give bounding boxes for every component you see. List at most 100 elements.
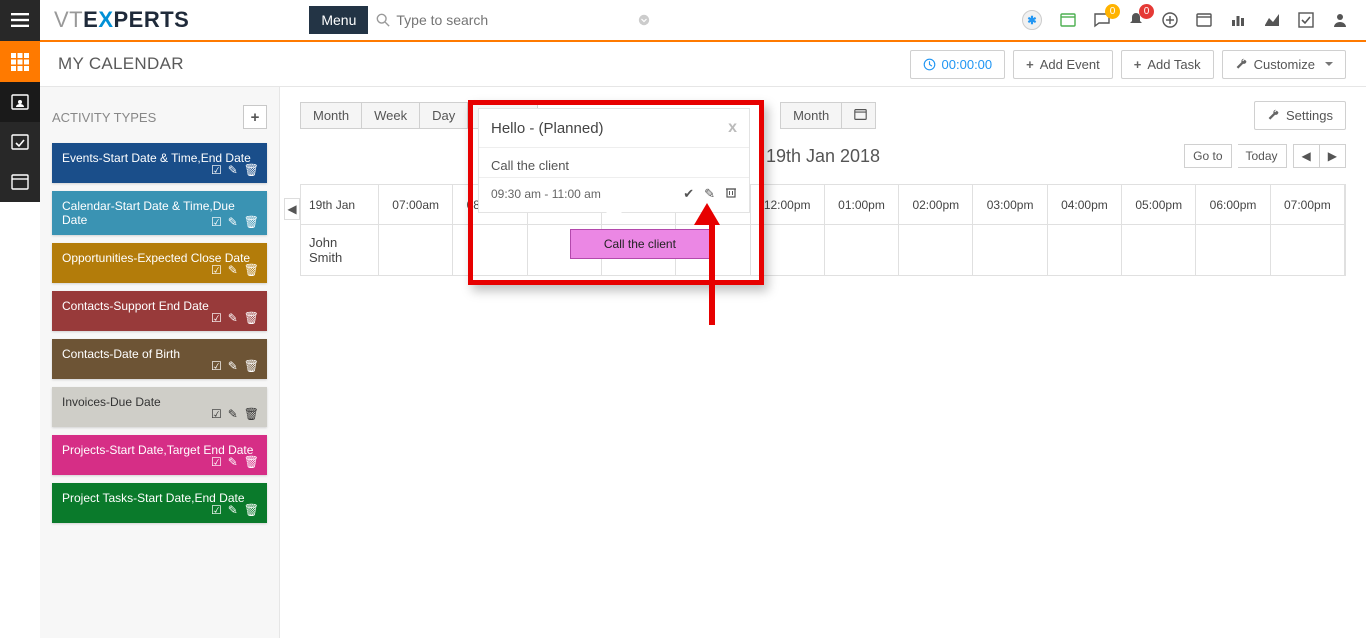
type-edit-icon[interactable]: ✎: [228, 455, 238, 469]
activity-type-card[interactable]: Contacts-Date of Birth☑✎🗑: [52, 339, 267, 379]
cal-cell[interactable]: [899, 225, 973, 275]
type-delete-icon[interactable]: 🗑: [244, 311, 259, 325]
add-task-label: Add Task: [1147, 57, 1200, 72]
add-task-button[interactable]: + Add Task: [1121, 50, 1214, 79]
cal-cell[interactable]: [453, 225, 527, 275]
view-week[interactable]: Week: [362, 102, 420, 129]
cal-cell[interactable]: [1196, 225, 1270, 275]
type-edit-icon[interactable]: ✎: [228, 503, 238, 517]
customize-button[interactable]: Customize: [1222, 50, 1346, 79]
type-check-icon[interactable]: ☑: [211, 455, 222, 469]
user-icon[interactable]: [1332, 12, 1348, 28]
type-edit-icon[interactable]: ✎: [228, 407, 238, 421]
cal-cell[interactable]: [1048, 225, 1122, 275]
logo: VTEXPERTS: [54, 7, 189, 33]
hamburger-icon: [11, 13, 29, 27]
plus-circle-icon[interactable]: [1162, 12, 1178, 28]
popup-delete-icon[interactable]: [725, 186, 737, 202]
type-delete-icon[interactable]: 🗑: [244, 359, 259, 373]
bell-badge: 0: [1139, 4, 1154, 19]
popup-complete-icon[interactable]: ✔: [683, 186, 694, 202]
search-dropdown-icon[interactable]: [638, 14, 650, 26]
today-button[interactable]: Today: [1238, 144, 1287, 168]
type-check-icon[interactable]: ☑: [211, 215, 222, 229]
wrench-icon: [1235, 58, 1248, 71]
cal-cell[interactable]: [1122, 225, 1196, 275]
next-day[interactable]: ▶: [1320, 144, 1346, 168]
cal-hour-header: 07:00am: [379, 185, 453, 225]
activity-type-card[interactable]: Invoices-Due Date☑✎🗑: [52, 387, 267, 427]
rail-calendar-blank[interactable]: [0, 162, 40, 202]
rail-event-person[interactable]: [0, 82, 40, 122]
logo-x: X: [98, 7, 113, 32]
rail-calendar-grid[interactable]: [0, 42, 40, 82]
cal-hour-header: 12:00pm: [751, 185, 825, 225]
activity-type-card[interactable]: Calendar-Start Date & Time,Due Date☑✎🗑: [52, 191, 267, 235]
add-event-label: Add Event: [1040, 57, 1100, 72]
calendar-picker-button[interactable]: [842, 102, 876, 129]
prev-day[interactable]: ◀: [1293, 144, 1320, 168]
cal-cell[interactable]: Call the client: [602, 225, 676, 275]
activity-type-card[interactable]: Project Tasks-Start Date,End Date☑✎🗑: [52, 483, 267, 523]
type-delete-icon[interactable]: 🗑: [244, 163, 259, 177]
hamburger-menu[interactable]: [0, 0, 40, 41]
menu-button[interactable]: Menu: [309, 6, 368, 34]
activity-type-card[interactable]: Events-Start Date & Time,End Date☑✎🗑: [52, 143, 267, 183]
type-edit-icon[interactable]: ✎: [228, 311, 238, 325]
activity-type-card[interactable]: Projects-Start Date,Target End Date☑✎🗑: [52, 435, 267, 475]
bell-icon[interactable]: 0: [1128, 12, 1144, 28]
logo-perts: PERTS: [114, 7, 190, 32]
type-delete-icon[interactable]: 🗑: [244, 215, 259, 229]
cal-cell[interactable]: [1271, 225, 1345, 275]
type-edit-icon[interactable]: ✎: [228, 215, 238, 229]
scroll-left[interactable]: ◀: [284, 198, 300, 220]
type-edit-icon[interactable]: ✎: [228, 163, 238, 177]
type-delete-icon[interactable]: 🗑: [244, 503, 259, 517]
type-delete-icon[interactable]: 🗑: [244, 263, 259, 277]
type-delete-icon[interactable]: 🗑: [244, 407, 259, 421]
cal-date-header: 19th Jan: [301, 185, 379, 225]
type-check-icon[interactable]: ☑: [211, 263, 222, 277]
cal-cell[interactable]: [676, 225, 750, 275]
activity-type-card[interactable]: Opportunities-Expected Close Date☑✎🗑: [52, 243, 267, 283]
popup-close[interactable]: x: [728, 119, 737, 137]
type-check-icon[interactable]: ☑: [211, 407, 222, 421]
bar-chart-icon[interactable]: [1230, 12, 1246, 28]
checkbox-icon[interactable]: [1298, 12, 1314, 28]
cal-hour-header: 07:00pm: [1271, 185, 1345, 225]
settings-button[interactable]: Settings: [1254, 101, 1346, 130]
activity-type-card[interactable]: Contacts-Support End Date☑✎🗑: [52, 291, 267, 331]
cal-cell[interactable]: [379, 225, 453, 275]
goto-button[interactable]: Go to: [1184, 144, 1231, 168]
cal-row-person: John Smith: [301, 225, 379, 275]
search-input[interactable]: [396, 12, 656, 28]
type-edit-icon[interactable]: ✎: [228, 263, 238, 277]
area-chart-icon[interactable]: [1264, 12, 1280, 28]
type-check-icon[interactable]: ☑: [211, 503, 222, 517]
timer-button[interactable]: 00:00:00: [910, 50, 1006, 79]
cal-hour-header: 03:00pm: [973, 185, 1047, 225]
view-day[interactable]: Day: [420, 102, 468, 129]
add-event-button[interactable]: + Add Event: [1013, 50, 1113, 79]
calendar-green-icon[interactable]: [1060, 12, 1076, 28]
calendar-icon[interactable]: [1196, 12, 1212, 28]
cal-hour-header: 01:00pm: [825, 185, 899, 225]
type-check-icon[interactable]: ☑: [211, 311, 222, 325]
app-switcher[interactable]: ✱: [1022, 10, 1042, 30]
add-activity-type[interactable]: +: [243, 105, 267, 129]
rail-calendar-check[interactable]: [0, 122, 40, 162]
popup-time: 09:30 am - 11:00 am: [491, 187, 601, 201]
type-delete-icon[interactable]: 🗑: [244, 455, 259, 469]
type-check-icon[interactable]: ☑: [211, 359, 222, 373]
type-edit-icon[interactable]: ✎: [228, 359, 238, 373]
view-month[interactable]: Month: [300, 102, 362, 129]
type-check-icon[interactable]: ☑: [211, 163, 222, 177]
popup-edit-icon[interactable]: ✎: [704, 186, 715, 202]
chat-icon[interactable]: 0: [1094, 12, 1110, 28]
calendar-icon: [854, 108, 867, 121]
cal-cell[interactable]: [973, 225, 1047, 275]
prev-month-label[interactable]: Month: [780, 102, 842, 129]
global-search[interactable]: [376, 6, 656, 34]
cal-cell[interactable]: [751, 225, 825, 275]
cal-cell[interactable]: [825, 225, 899, 275]
